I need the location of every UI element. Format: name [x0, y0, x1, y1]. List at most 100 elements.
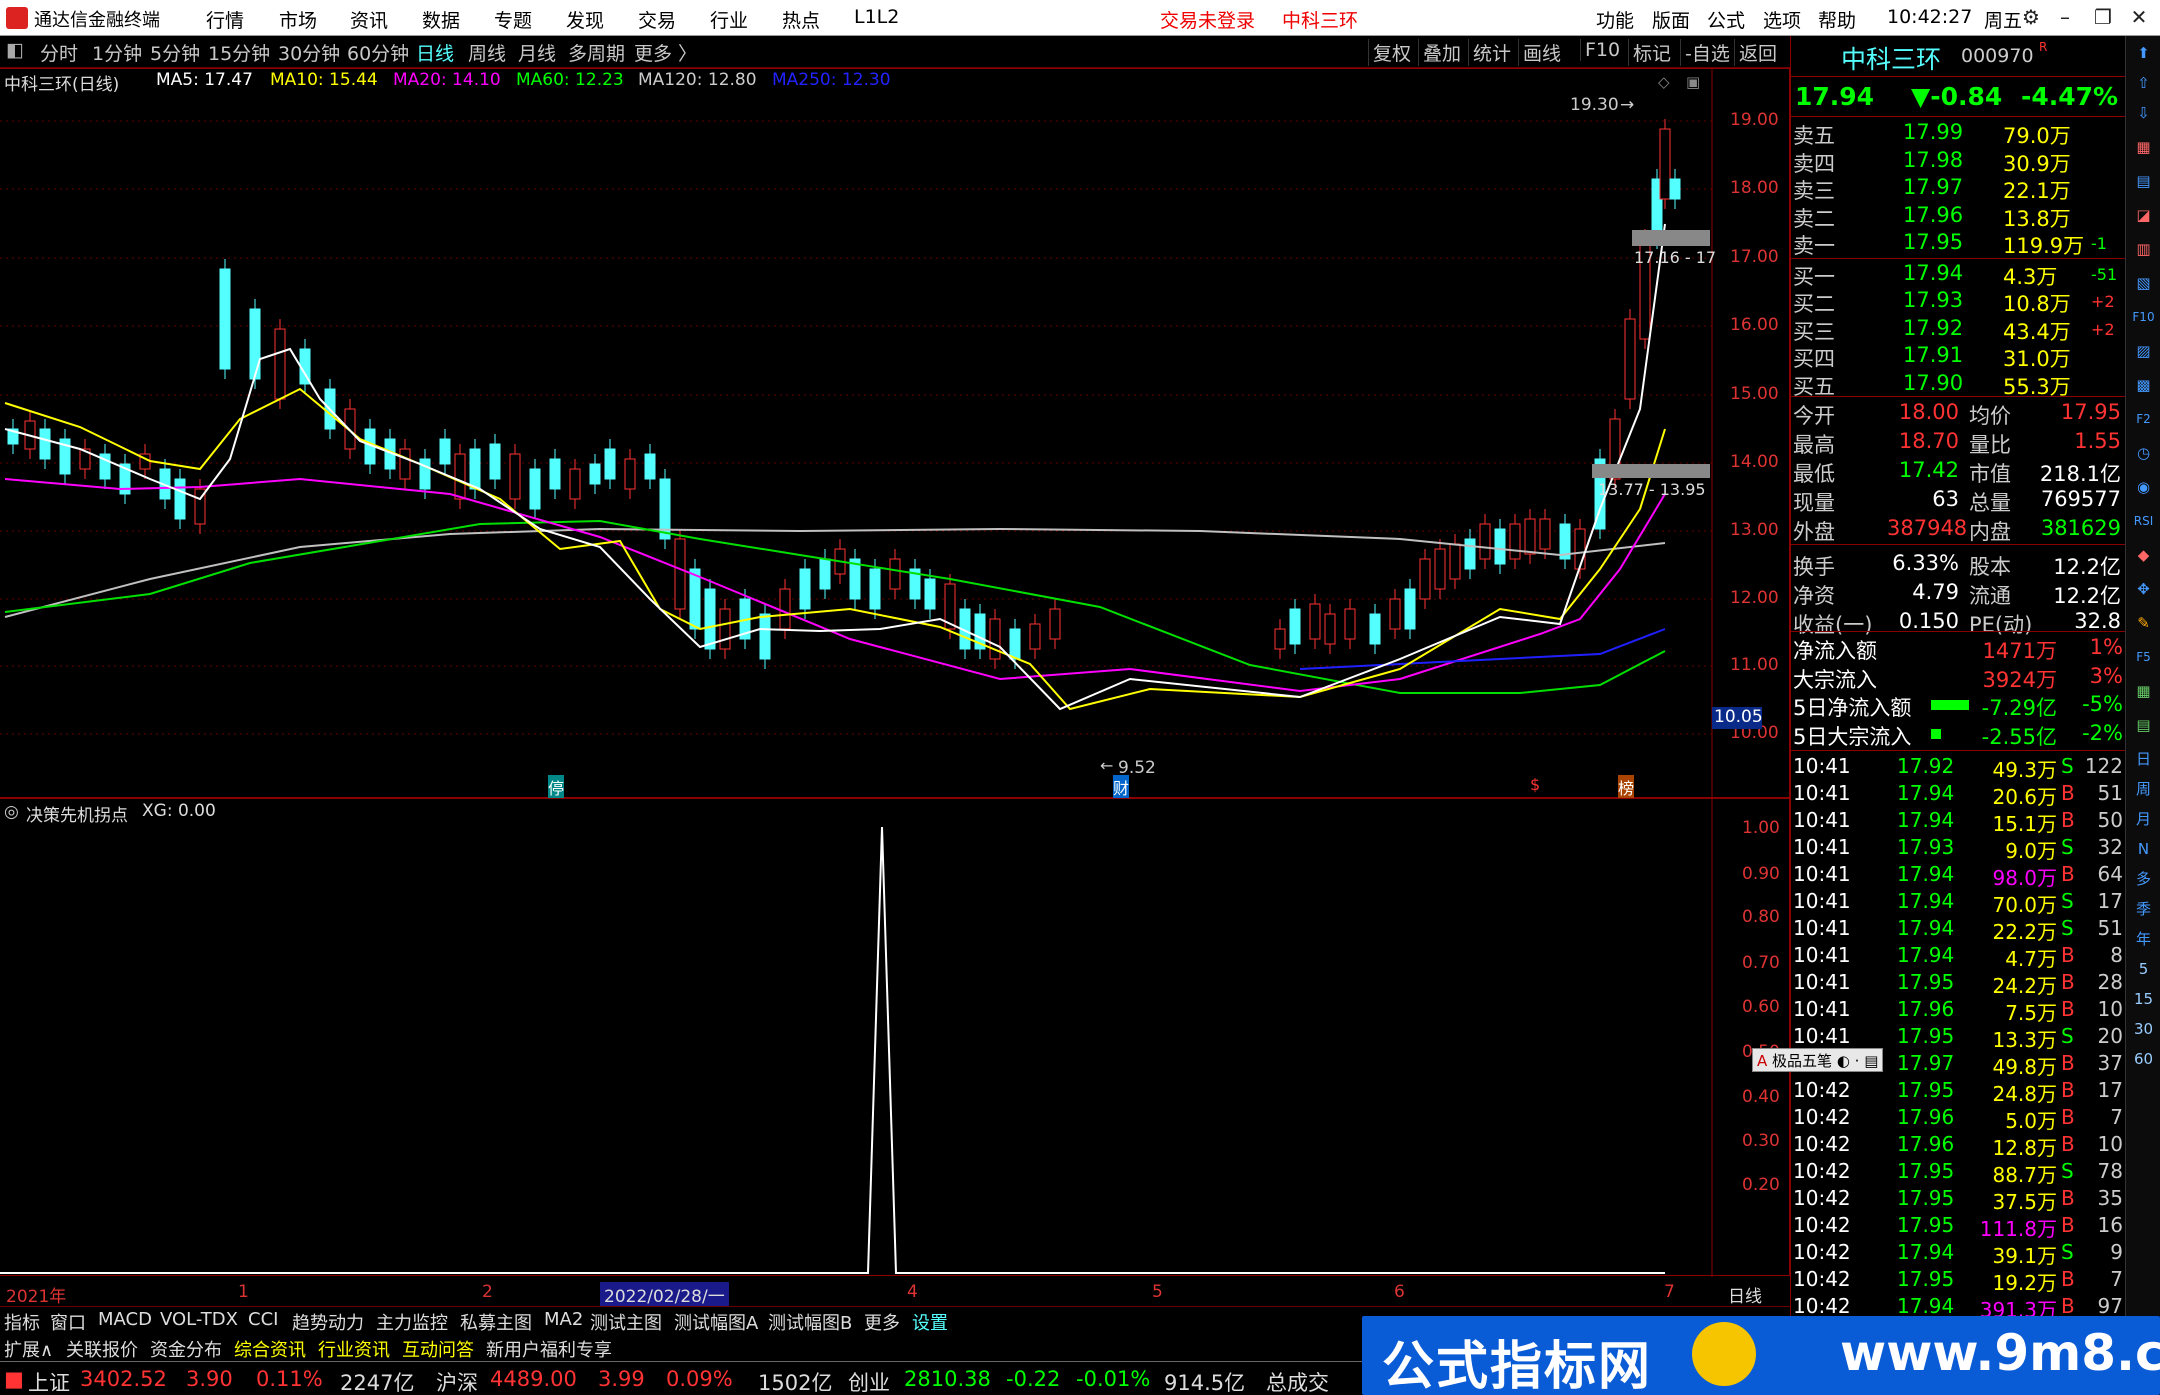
period-tab[interactable]: 月线: [518, 39, 556, 66]
tick-row[interactable]: 10:42 17.94 39.1万 S 9: [1791, 1240, 2126, 1268]
adjust-button[interactable]: 复权: [1368, 39, 1411, 66]
tick-row[interactable]: 10:42 17.95 24.8万 B 17: [1791, 1078, 2126, 1106]
sidebar-f10-icon[interactable]: F10: [2129, 304, 2158, 331]
menu-market[interactable]: 市场: [279, 6, 317, 33]
tab-monitor[interactable]: 主力监控: [376, 1309, 448, 1335]
tick-row[interactable]: 10:41 17.94 22.2万 S 51: [1791, 916, 2126, 944]
sidebar-period-60[interactable]: 60: [2129, 1046, 2158, 1073]
menu-trade[interactable]: 交易: [638, 6, 676, 33]
tab-test-b[interactable]: 测试幅图B: [768, 1309, 852, 1335]
tick-row[interactable]: 10:41 17.93 9.0万 S 32: [1791, 835, 2126, 863]
menu-news[interactable]: 资讯: [350, 6, 388, 33]
sidebar-arrow-down-icon[interactable]: ⇩: [2129, 100, 2158, 127]
tick-row[interactable]: 10:41 17.96 7.5万 B 10: [1791, 997, 2126, 1025]
sidebar-move-icon[interactable]: ✥: [2129, 576, 2158, 603]
menu-hq[interactable]: 行情: [206, 6, 244, 33]
period-tab-selected[interactable]: 日线: [416, 39, 454, 66]
menu-topic[interactable]: 专题: [494, 6, 532, 33]
tick-row[interactable]: 10:42 17.95 37.5万 B 35: [1791, 1186, 2126, 1214]
index-cy-name[interactable]: 创业: [848, 1367, 890, 1395]
sidebar-chart-icon[interactable]: ▦: [2129, 134, 2158, 161]
close-icon[interactable]: ✕: [2124, 3, 2154, 31]
tab-welfare[interactable]: 新用户福利专享: [486, 1336, 612, 1362]
tab-fund-dist[interactable]: 资金分布: [150, 1336, 222, 1362]
tick-row[interactable]: 10:41 17.95 13.3万 S 20: [1791, 1024, 2126, 1052]
sidebar-grid-icon[interactable]: ▩: [2129, 372, 2158, 399]
tick-row[interactable]: 10:41 17.94 15.1万 B 50: [1791, 808, 2126, 836]
kline-panel[interactable]: 19.00 18.00 17.00 16.00 15.00 14.00 13.0…: [0, 68, 1790, 799]
minimize-icon[interactable]: –: [2050, 3, 2080, 31]
tab-cci[interactable]: CCI: [248, 1309, 278, 1330]
dollar-marker[interactable]: $: [1530, 775, 1540, 794]
sidebar-period-年[interactable]: 年: [2129, 926, 2158, 953]
tab-macd[interactable]: MACD: [98, 1309, 152, 1330]
menu-help[interactable]: 帮助: [1818, 6, 1856, 33]
period-tab[interactable]: 分时: [40, 39, 78, 66]
sidebar-period-5[interactable]: 5: [2129, 956, 2158, 983]
tick-row[interactable]: 10:42 17.95 111.8万 B 16: [1791, 1213, 2126, 1241]
tick-row[interactable]: 10:41 17.94 70.0万 S 17: [1791, 889, 2126, 917]
draw-button[interactable]: 画线: [1518, 39, 1561, 66]
sidebar-period-日[interactable]: 日: [2129, 746, 2158, 773]
sidebar-rsi-icon[interactable]: RSI: [2129, 508, 2158, 535]
tab-private[interactable]: 私募主图: [460, 1309, 532, 1335]
menu-hot[interactable]: 热点: [782, 6, 820, 33]
tick-row[interactable]: 10:41 17.94 20.6万 B 51: [1791, 781, 2126, 809]
limit-marker[interactable]: 停: [548, 775, 565, 799]
tab-settings[interactable]: 设置: [912, 1309, 948, 1335]
menu-industry[interactable]: 行业: [710, 6, 748, 33]
tab-trend[interactable]: 趋势动力: [292, 1309, 364, 1335]
period-tab[interactable]: 多周期: [568, 39, 625, 66]
back-button[interactable]: 返回: [1734, 39, 1777, 66]
tick-row[interactable]: 10:42 17.96 5.0万 B 7: [1791, 1105, 2126, 1133]
sidebar-list-icon[interactable]: ▧: [2129, 270, 2158, 297]
overlay-button[interactable]: 叠加: [1418, 39, 1461, 66]
tab-related[interactable]: 关联报价: [66, 1336, 138, 1362]
sidebar-period-15[interactable]: 15: [2129, 986, 2158, 1013]
tick-row[interactable]: 10:41 17.95 24.2万 B 28: [1791, 970, 2126, 998]
tick-row[interactable]: 10:41 17.94 98.0万 B 64: [1791, 862, 2126, 890]
restore-icon[interactable]: ❐: [2088, 3, 2118, 31]
tab-expand[interactable]: 扩展∧: [4, 1336, 53, 1362]
tab-industry-news[interactable]: 行业资讯: [318, 1336, 390, 1362]
login-status[interactable]: 交易未登录: [1160, 6, 1255, 33]
sidebar-f2-icon[interactable]: F2: [2129, 406, 2158, 433]
sidebar-period-30[interactable]: 30: [2129, 1016, 2158, 1043]
sidebar-doc-icon[interactable]: ▨: [2129, 338, 2158, 365]
tab-more[interactable]: 更多: [864, 1309, 900, 1335]
ime-toolbar[interactable]: A 极品五笔 ◐ · ▤: [1752, 1048, 1884, 1072]
sidebar-period-周[interactable]: 周: [2129, 776, 2158, 803]
sidebar-up-icon[interactable]: ⬆: [2129, 40, 2158, 67]
menu-formula[interactable]: 公式: [1707, 6, 1745, 33]
mark-button[interactable]: 标记: [1628, 39, 1671, 66]
tab-window[interactable]: 窗口: [50, 1309, 86, 1335]
finance-marker[interactable]: 财: [1113, 775, 1130, 799]
sidebar-arrow-up-icon[interactable]: ⇧: [2129, 70, 2158, 97]
tab-ma2[interactable]: MA2: [544, 1309, 583, 1330]
settings-icon[interactable]: ⚙: [2016, 3, 2046, 31]
tab-qa[interactable]: 互动问答: [402, 1336, 474, 1362]
sidebar-line-icon[interactable]: ◪: [2129, 202, 2158, 229]
chart-toggle-icon[interactable]: ▣: [1686, 73, 1700, 91]
tick-row[interactable]: 10:42 17.95 88.7万 S 78: [1791, 1159, 2126, 1187]
index-hs-name[interactable]: 沪深: [436, 1367, 478, 1395]
tick-row[interactable]: 10:41 17.92 49.3万 S 122: [1791, 754, 2126, 782]
indicator-panel[interactable]: ◎ 决策先机拐点 XG: 0.00 1.00 0.90 0.80 0.70 0.…: [0, 798, 1790, 1277]
tick-row[interactable]: 10:42 17.95 19.2万 B 7: [1791, 1267, 2126, 1295]
menu-function[interactable]: 功能: [1596, 6, 1634, 33]
stats-button[interactable]: 统计: [1468, 39, 1511, 66]
menu-layout[interactable]: 版面: [1652, 6, 1690, 33]
sidebar-period-季[interactable]: 季: [2129, 896, 2158, 923]
tab-news[interactable]: 综合资讯: [234, 1336, 306, 1362]
sidebar-f5-icon[interactable]: F5: [2129, 644, 2158, 671]
period-tab[interactable]: 1分钟: [92, 39, 142, 66]
sidebar-period-N[interactable]: N: [2129, 836, 2158, 863]
sidebar-kline-icon[interactable]: ▥: [2129, 236, 2158, 263]
period-tab[interactable]: 30分钟: [278, 39, 340, 66]
watchlist-button[interactable]: -自选: [1680, 39, 1730, 66]
sidebar-period-多[interactable]: 多: [2129, 866, 2158, 893]
menu-l1l2[interactable]: L1L2: [854, 6, 899, 28]
tab-test-main[interactable]: 测试主图: [590, 1309, 662, 1335]
rank-marker[interactable]: 榜: [1618, 775, 1635, 799]
tab-indicator[interactable]: 指标: [4, 1309, 40, 1335]
